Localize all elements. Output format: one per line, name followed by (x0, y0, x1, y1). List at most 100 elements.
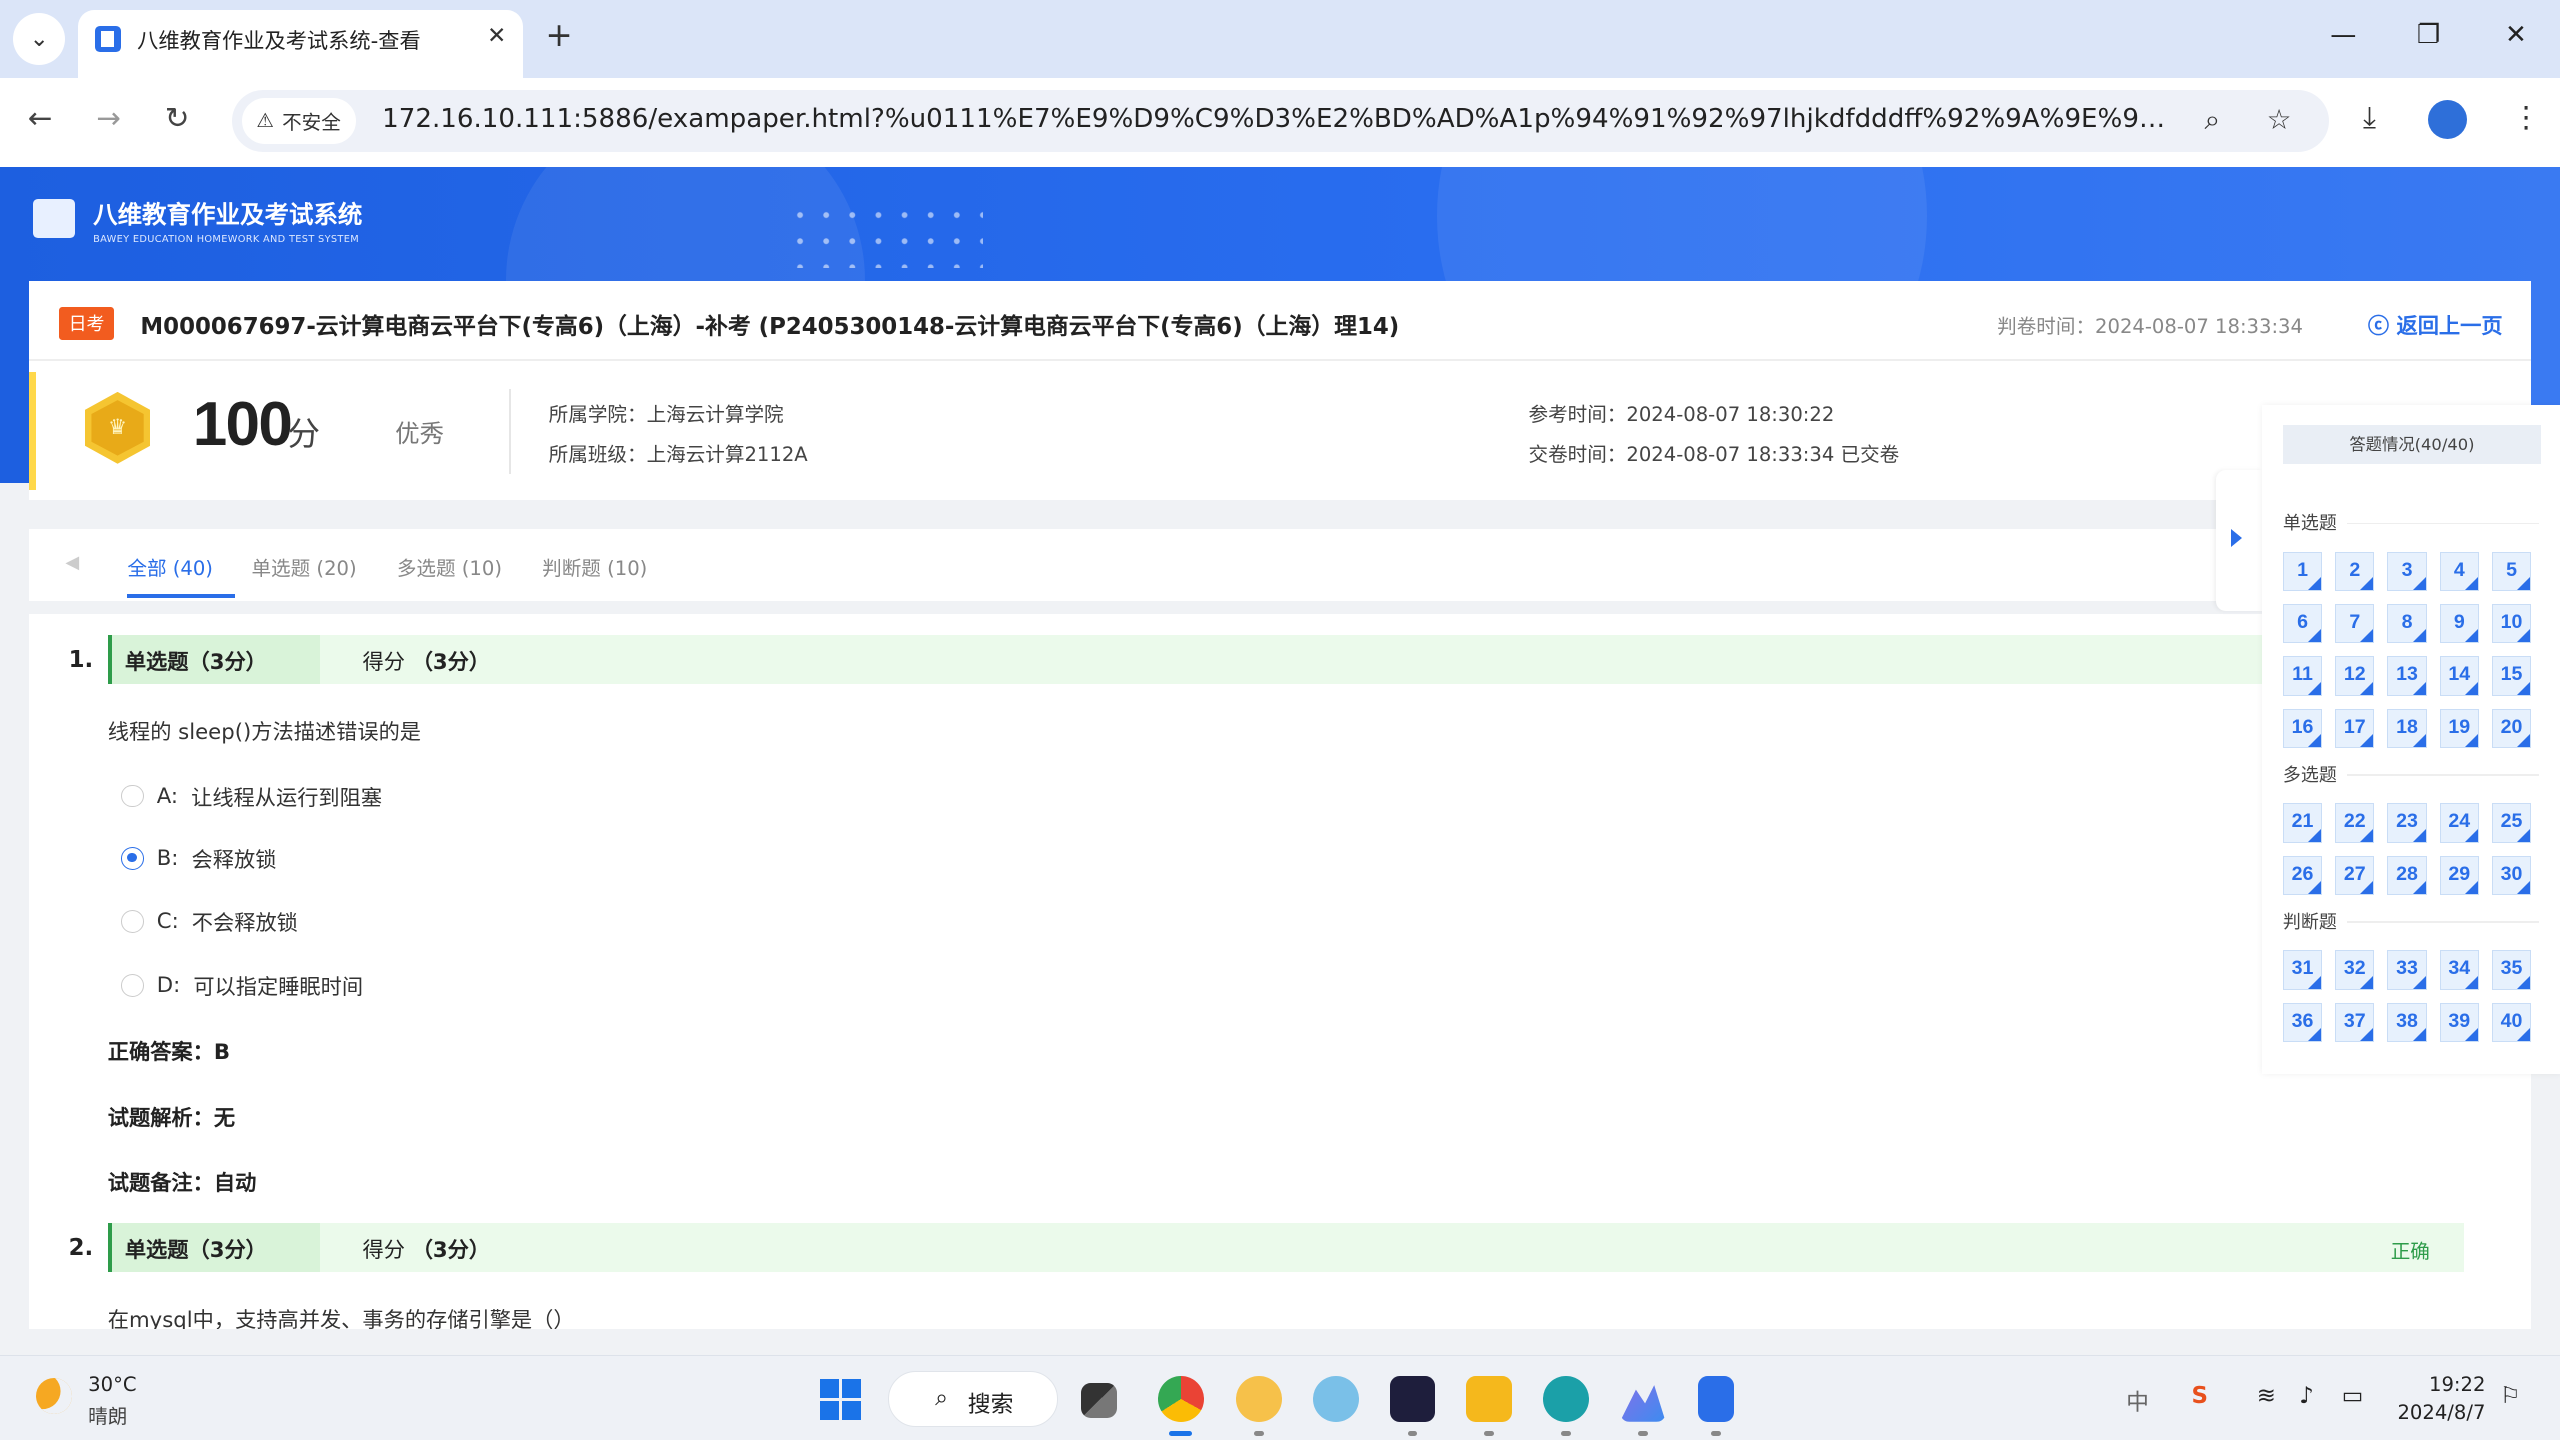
question-nav-30[interactable]: 30 (2491, 855, 2532, 895)
window-close-icon[interactable]: ✕ (2505, 20, 2527, 50)
question-nav-22[interactable]: 22 (2335, 803, 2375, 843)
question-text: 在mysql中，支持高并发、事务的存储引擎是（） (107, 1308, 575, 1330)
question-nav-31[interactable]: 31 (2282, 950, 2323, 990)
file-explorer-icon[interactable] (1466, 1375, 1513, 1422)
intellij-icon[interactable] (1389, 1375, 1436, 1422)
question-nav-8[interactable]: 8 (2387, 604, 2427, 644)
back-arrow-icon[interactable]: ← (28, 101, 53, 135)
forward-arrow-icon[interactable]: → (96, 101, 121, 135)
question-nav-23[interactable]: 23 (2387, 803, 2427, 843)
question-nav-40[interactable]: 40 (2491, 1002, 2532, 1042)
question-nav-3[interactable]: 3 (2387, 551, 2427, 592)
radio-button[interactable] (120, 910, 144, 934)
wifi-icon[interactable]: ≋ (2257, 1383, 2276, 1409)
task-view-icon[interactable] (1081, 1382, 1117, 1419)
radio-button[interactable] (120, 784, 144, 808)
divider (509, 388, 512, 474)
radio-button[interactable] (120, 974, 144, 997)
question-nav-39[interactable]: 39 (2439, 1002, 2479, 1042)
tab-single-choice[interactable]: 单选题 (20) (251, 552, 356, 581)
volume-icon[interactable]: ♪ (2299, 1383, 2314, 1409)
radio-button-checked[interactable] (120, 846, 144, 870)
edge-icon[interactable] (1543, 1375, 1589, 1422)
wps-tray-icon[interactable]: S (2191, 1383, 2207, 1409)
running-app-indicator (1561, 1431, 1571, 1437)
question-nav-12[interactable]: 12 (2335, 656, 2375, 696)
answer-sheet-toggle[interactable] (2215, 470, 2262, 611)
back-button[interactable]: ⓒ 返回上一页 (2368, 309, 2503, 340)
question-nav-14[interactable]: 14 (2439, 656, 2479, 696)
tab-favicon-icon (94, 26, 121, 53)
question-nav-15[interactable]: 15 (2491, 656, 2532, 696)
tab-search-chevron-icon[interactable]: ⌄ (13, 13, 66, 66)
question-nav-16[interactable]: 16 (2282, 708, 2323, 748)
ime-indicator[interactable]: 中 (2126, 1383, 2149, 1417)
tab-all[interactable]: 全部 (40) (127, 552, 213, 581)
restore-icon[interactable]: ❐ (2417, 20, 2440, 50)
app-icon-swirl[interactable] (1312, 1375, 1359, 1422)
question-nav-38[interactable]: 38 (2387, 1002, 2427, 1042)
option-b[interactable]: B: 会释放锁 (120, 843, 276, 874)
question-nav-29[interactable]: 29 (2439, 855, 2479, 895)
question-nav-27[interactable]: 27 (2335, 855, 2375, 895)
tab-true-false[interactable]: 判断题 (10) (542, 552, 647, 581)
question-nav-17[interactable]: 17 (2335, 708, 2375, 748)
question-nav-6[interactable]: 6 (2282, 604, 2323, 644)
question-nav-7[interactable]: 7 (2335, 604, 2375, 644)
app-icon-yellow[interactable] (1236, 1375, 1282, 1422)
option-c[interactable]: C: 不会释放锁 (120, 906, 298, 937)
url-text[interactable]: 172.16.10.111:5886/exampaper.html?%u0111… (382, 104, 2178, 134)
question-nav-25[interactable]: 25 (2491, 803, 2532, 843)
bookmark-star-icon[interactable]: ☆ (2267, 103, 2292, 136)
question-nav-34[interactable]: 34 (2439, 950, 2479, 990)
tabs-left-arrow-icon[interactable]: ◀ (65, 552, 79, 573)
question-type: 单选题（3分） (124, 650, 267, 676)
question-nav-10[interactable]: 10 (2491, 604, 2532, 644)
question-nav-11[interactable]: 11 (2282, 656, 2323, 696)
notification-bell-icon[interactable]: ⚐ (2500, 1383, 2521, 1409)
security-chip[interactable]: ⚠ 不安全 (241, 97, 356, 144)
option-d[interactable]: D: 可以指定睡眠时间 (120, 970, 363, 1001)
moon-weather-icon[interactable] (35, 1377, 72, 1414)
question-nav-28[interactable]: 28 (2387, 855, 2427, 895)
browser-tab[interactable]: 八维教育作业及考试系统-查看 ✕ (78, 9, 523, 79)
tab-title: 八维教育作业及考试系统-查看 (137, 29, 421, 55)
question-nav-20[interactable]: 20 (2491, 708, 2532, 748)
question-nav-2[interactable]: 2 (2335, 551, 2375, 592)
address-bar[interactable]: ⚠ 不安全 172.16.10.111:5886/exampaper.html?… (231, 89, 2329, 152)
zoom-magnifier-icon[interactable]: ⌕ (2205, 103, 2221, 137)
notepad-icon[interactable] (1698, 1375, 1735, 1422)
question-nav-36[interactable]: 36 (2282, 1002, 2323, 1042)
system-clock[interactable]: 19:22 2024/8/7 (2397, 1371, 2485, 1427)
reload-icon[interactable]: ↻ (165, 101, 190, 135)
question-nav-33[interactable]: 33 (2387, 950, 2427, 990)
question-nav-19[interactable]: 19 (2439, 708, 2479, 748)
chrome-icon[interactable] (1157, 1375, 1204, 1422)
download-icon[interactable]: ⤓ (2363, 100, 2376, 135)
profile-avatar[interactable] (2428, 99, 2468, 139)
question-nav-9[interactable]: 9 (2439, 604, 2479, 644)
minimize-icon[interactable]: — (2330, 20, 2356, 50)
new-tab-plus-icon[interactable]: + (545, 16, 572, 54)
college-info: 所属学院：上海云计算学院 (548, 403, 784, 427)
question-nav-5[interactable]: 5 (2491, 551, 2532, 592)
tab-multiple-choice[interactable]: 多选题 (10) (397, 552, 502, 581)
question-nav-26[interactable]: 26 (2282, 855, 2323, 895)
question-nav-21[interactable]: 21 (2282, 803, 2323, 843)
question-nav-24[interactable]: 24 (2439, 803, 2479, 843)
question-nav-35[interactable]: 35 (2491, 950, 2532, 990)
question-nav-32[interactable]: 32 (2335, 950, 2375, 990)
battery-icon[interactable]: ▭ (2342, 1383, 2364, 1409)
correct-status: 正确 (2390, 1239, 2430, 1263)
photos-icon[interactable] (1619, 1385, 1666, 1422)
question-nav-4[interactable]: 4 (2439, 551, 2479, 592)
question-nav-1[interactable]: 1 (2282, 551, 2323, 592)
tab-close-icon[interactable]: ✕ (487, 23, 506, 49)
more-menu-icon[interactable]: ⋮ (2512, 100, 2541, 134)
option-a[interactable]: A: 让线程从运行到阻塞 (120, 781, 382, 812)
question-nav-13[interactable]: 13 (2387, 656, 2427, 696)
taskbar-search[interactable]: ⌕ 搜索 (888, 1371, 1059, 1427)
question-nav-37[interactable]: 37 (2335, 1002, 2375, 1042)
question-nav-18[interactable]: 18 (2387, 708, 2427, 748)
windows-start-icon[interactable] (819, 1379, 861, 1421)
